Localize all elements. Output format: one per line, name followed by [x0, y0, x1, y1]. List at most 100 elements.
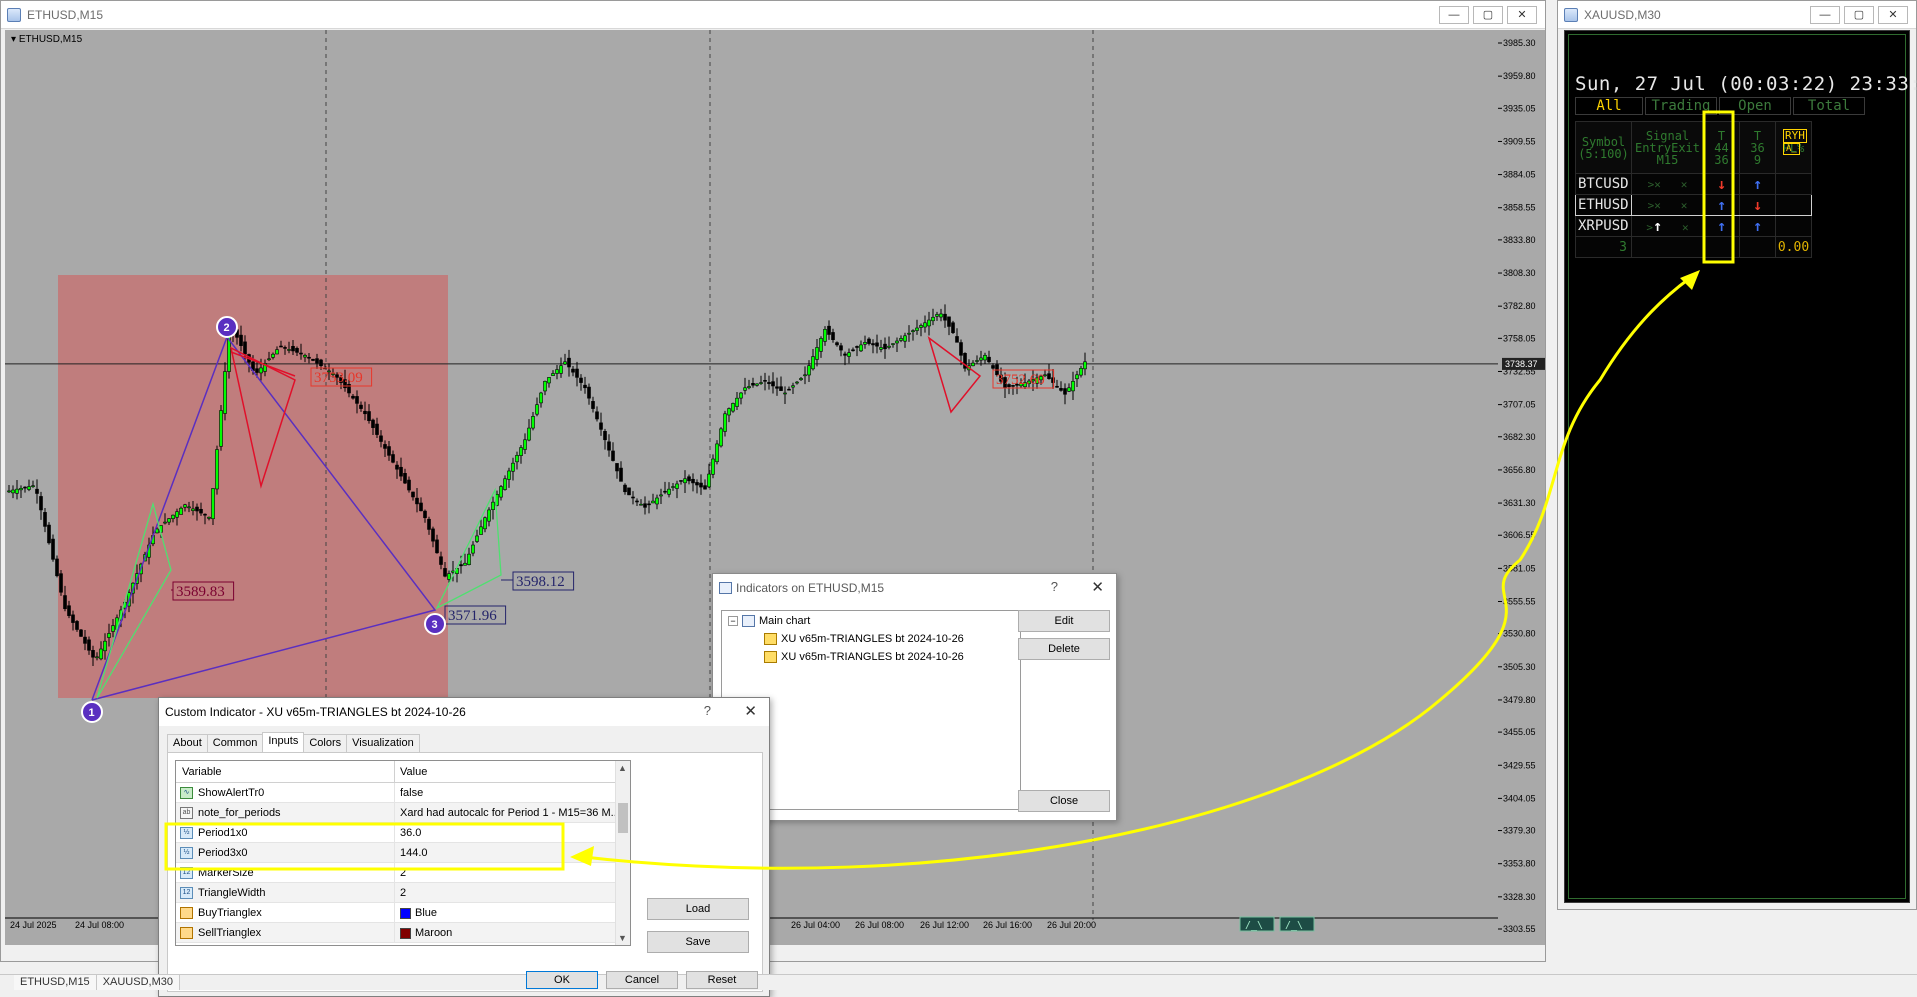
candle-body — [415, 497, 419, 505]
candle-body — [163, 521, 167, 524]
scroll-up-icon[interactable]: ▲ — [618, 763, 627, 773]
tree-item-indicator[interactable]: XU v65m-TRIANGLES bt 2024-10-26 — [764, 651, 964, 663]
table-row[interactable]: ∿ ShowAlertTr0 false — [176, 783, 616, 803]
delete-button[interactable]: Delete — [1018, 638, 1110, 660]
candle-body — [95, 656, 99, 659]
chart-window-icon — [7, 7, 21, 22]
candle-body — [515, 455, 519, 463]
table-row[interactable]: ab note_for_periods Xard had autocalc for… — [176, 803, 620, 823]
candle-body — [819, 338, 823, 352]
table-row[interactable]: XRPUSD >↑ ✕ ↑ ↑ — [1575, 215, 1812, 237]
ryh-sub-badge[interactable]: A_ — [1783, 143, 1800, 155]
candle-body — [923, 322, 927, 328]
maximize-button[interactable]: ▢ — [1844, 6, 1874, 24]
help-icon[interactable]: ? — [1051, 579, 1058, 594]
tab-visualization[interactable]: Visualization — [346, 734, 420, 752]
maximize-button[interactable]: ▢ — [1473, 6, 1503, 24]
cancel-button[interactable]: Cancel — [606, 971, 678, 989]
candle-body — [539, 392, 543, 404]
candle-body — [111, 625, 115, 632]
table-row[interactable]: BuyTrianglex Blue — [176, 903, 616, 923]
scroll-thumb[interactable] — [618, 803, 628, 833]
tab-trading[interactable]: Trading — [1645, 97, 1717, 115]
table-row[interactable]: ETHUSD >✕ ✕ ↑ ↓ — [1575, 194, 1812, 216]
candle-body — [955, 336, 959, 343]
table-row[interactable]: SellTrianglex Maroon — [176, 923, 616, 943]
chart-mini-button-label: /_\ — [1285, 920, 1303, 931]
candle-body — [351, 395, 355, 399]
candle-body — [959, 342, 963, 356]
candle-body — [647, 503, 651, 506]
row-t1: ↓ — [1703, 173, 1740, 195]
price-axis-label: 3959.80 — [1503, 71, 1536, 81]
save-button[interactable]: Save — [647, 931, 749, 953]
candle-body — [763, 380, 767, 382]
table-row[interactable]: ½ Period3x0 144.0 — [176, 843, 616, 863]
custom-dialog-titlebar[interactable]: Custom Indicator - XU v65m-TRIANGLES bt … — [159, 698, 769, 726]
tab-total[interactable]: Total — [1793, 97, 1865, 115]
close-icon[interactable]: ✕ — [744, 702, 757, 720]
arrow-down-icon: ↓ — [1752, 196, 1763, 214]
tab-open[interactable]: Open — [1719, 97, 1791, 115]
tab-common[interactable]: Common — [206, 734, 264, 752]
candle-body — [319, 359, 323, 366]
indicators-dialog-titlebar[interactable]: Indicators on ETHUSD,M15 ? ✕ — [713, 574, 1116, 602]
color-icon — [180, 907, 193, 919]
table-row[interactable]: 12 MarkerSize 2 — [176, 863, 616, 883]
double-icon: ½ — [180, 847, 193, 859]
tab-xauusd-m30[interactable]: XAUUSD,M30 — [96, 975, 180, 990]
tab-colors[interactable]: Colors — [303, 734, 348, 752]
reset-button[interactable]: Reset — [686, 971, 758, 989]
candle-body — [627, 487, 631, 496]
table-row[interactable]: 12 TriangleWidth 2 — [176, 883, 616, 903]
tab-inputs[interactable]: Inputs — [262, 732, 305, 752]
arrow-up-icon: ↑ — [1716, 196, 1727, 214]
candle-body — [987, 356, 991, 363]
candle-body — [395, 464, 399, 470]
candle-body — [895, 340, 899, 344]
dashboard-window-titlebar[interactable]: XAUUSD,M30 — ▢ ✕ — [1558, 1, 1916, 29]
ryh-badge[interactable]: RYH — [1783, 129, 1807, 143]
close-button[interactable]: ✕ — [1507, 6, 1537, 24]
inputs-grid[interactable]: Variable Value ∿ ShowAlertTr0 false ab not… — [175, 760, 631, 946]
grid-scrollbar[interactable]: ▲ ▼ — [615, 761, 630, 945]
scroll-down-icon[interactable]: ▼ — [618, 933, 627, 943]
candle-body — [611, 450, 615, 461]
candle-body — [879, 347, 883, 350]
minimize-button[interactable]: — — [1439, 6, 1469, 24]
candle-body — [23, 486, 27, 489]
row-pl-total: 0.00 — [1775, 236, 1812, 258]
candle-body — [375, 423, 379, 435]
tab-ethusd-m15[interactable]: ETHUSD,M15 — [14, 975, 97, 990]
candle-body — [267, 358, 271, 361]
load-button[interactable]: Load — [647, 898, 749, 920]
ok-button[interactable]: OK — [526, 971, 598, 989]
close-button[interactable]: Close — [1018, 790, 1110, 812]
tree-item-main-chart[interactable]: − Main chart — [728, 615, 810, 627]
candle-body — [255, 368, 259, 373]
close-button[interactable]: ✕ — [1878, 6, 1908, 24]
table-row[interactable]: BTCUSD >✕ ✕ ↓ ↑ — [1575, 173, 1812, 195]
price-axis-label: 3429.55 — [1503, 760, 1536, 770]
candle-body — [527, 427, 531, 441]
tree-item-indicator[interactable]: XU v65m-TRIANGLES bt 2024-10-26 — [764, 633, 964, 645]
table-row[interactable]: ½ Period1x0 36.0 — [176, 823, 616, 843]
candle-body — [755, 383, 759, 386]
tab-about[interactable]: About — [167, 734, 208, 752]
tab-all[interactable]: All — [1575, 97, 1643, 115]
candle-body — [639, 503, 643, 506]
candle-body — [479, 526, 483, 535]
candle-body — [191, 508, 195, 511]
tree-expander[interactable]: − — [728, 616, 738, 626]
price-axis-label: 3303.55 — [1503, 924, 1536, 934]
candle-body — [935, 314, 939, 317]
candle-body — [711, 458, 715, 475]
help-icon[interactable]: ? — [704, 703, 711, 718]
close-icon[interactable]: ✕ — [1091, 578, 1104, 596]
minimize-button[interactable]: — — [1810, 6, 1840, 24]
candle-body — [199, 508, 203, 514]
time-axis-label: 26 Jul 20:00 — [1047, 920, 1096, 930]
edit-button[interactable]: Edit — [1018, 610, 1110, 632]
sell-triangle — [927, 336, 982, 414]
chart-window-titlebar[interactable]: ETHUSD,M15 — ▢ ✕ — [1, 1, 1545, 29]
